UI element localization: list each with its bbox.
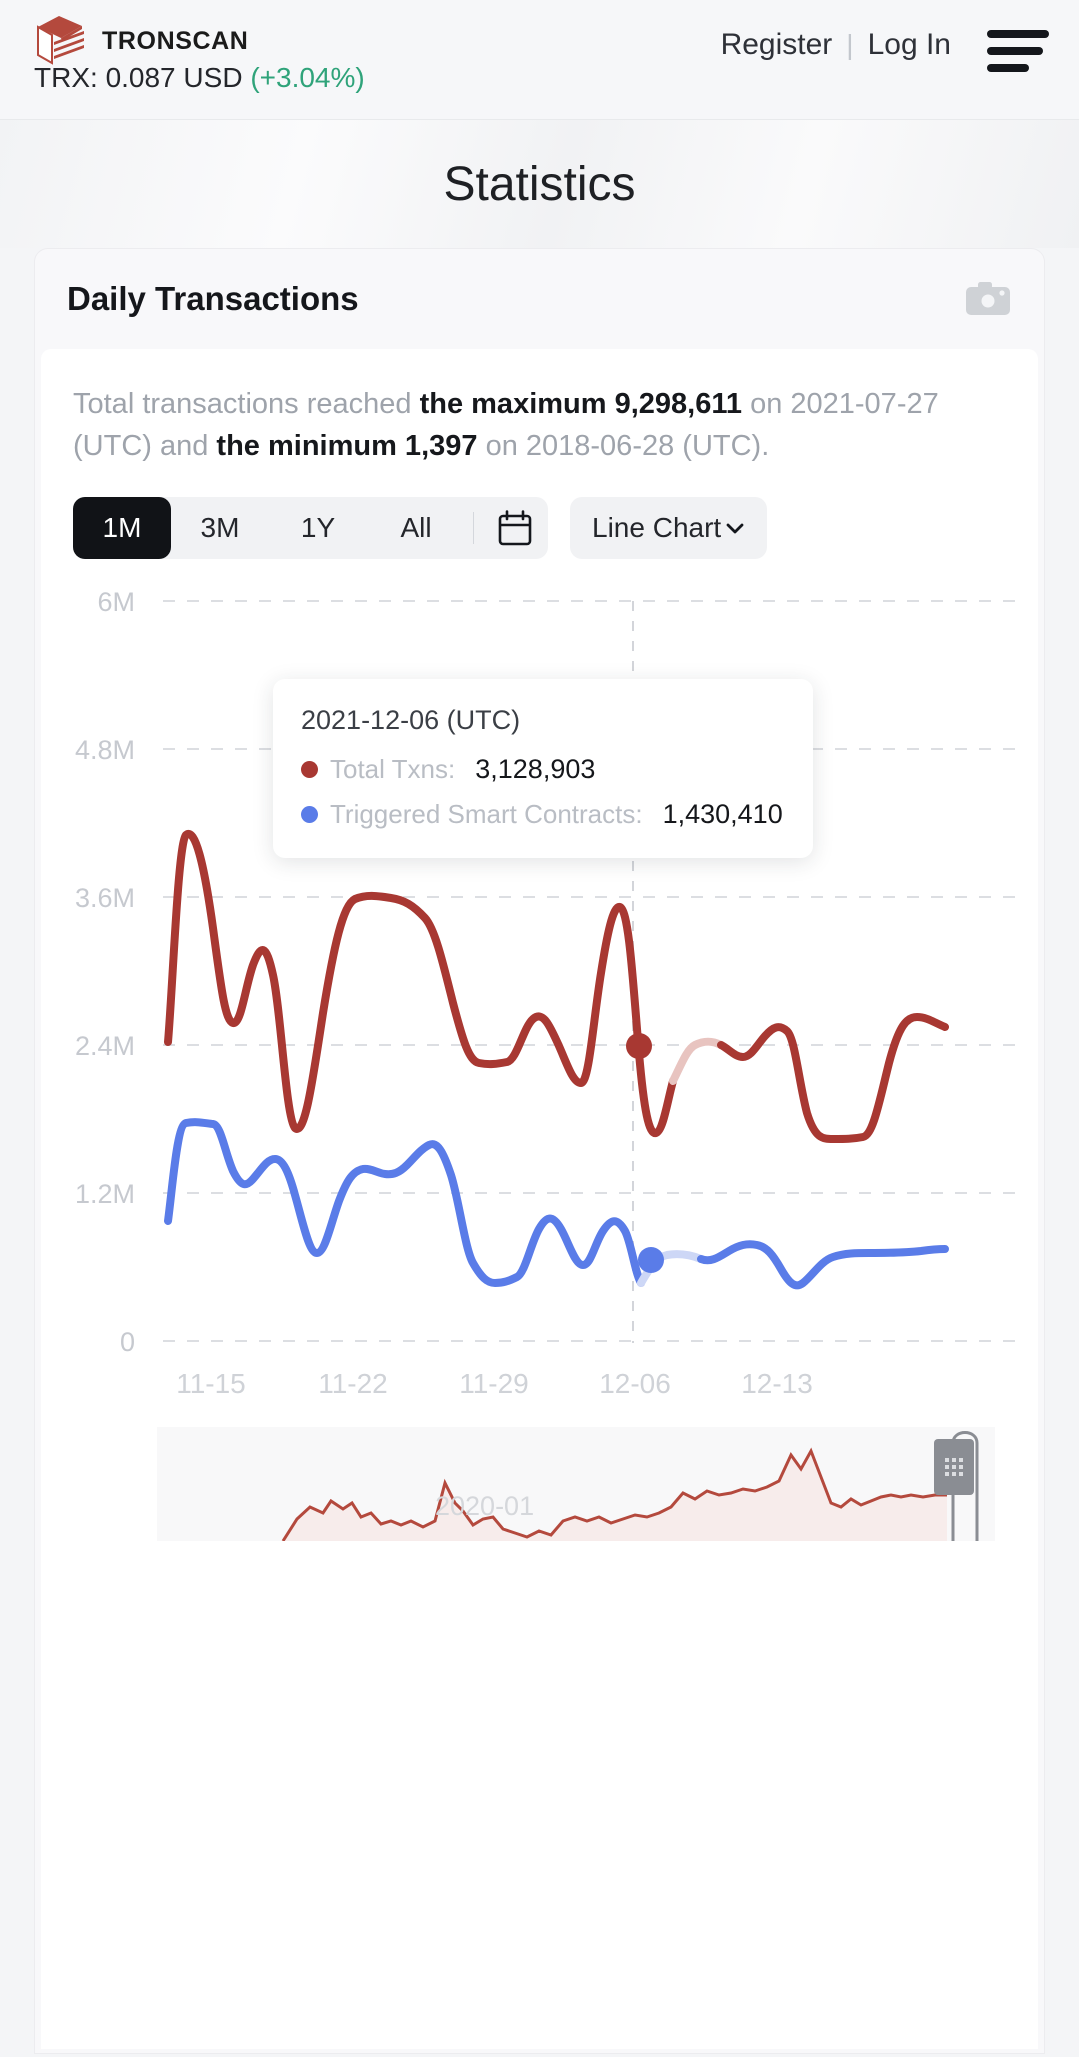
- x-axis-labels: 11-15 11-22 11-29 12-06 12-13: [176, 1368, 813, 1399]
- drag-handle-icon: [943, 1456, 965, 1478]
- summary-part-3: on 2018-06-28 (UTC).: [478, 430, 770, 462]
- svg-text:4.8M: 4.8M: [75, 735, 135, 765]
- summary-max: the maximum 9,298,611: [420, 388, 742, 420]
- top-navbar: TRONSCAN TRX: 0.087 USD (+3.04%) Registe…: [0, 0, 1079, 120]
- svg-text:12-13: 12-13: [741, 1368, 813, 1399]
- tooltip-label-total-txns: Total Txns:: [330, 754, 455, 785]
- chart-panel: Total transactions reached the maximum 9…: [41, 349, 1038, 2049]
- price-value: 0.087: [106, 62, 176, 93]
- auth-separator: |: [846, 29, 853, 61]
- tooltip-date: 2021-12-06 (UTC): [301, 705, 785, 736]
- brand-block[interactable]: TRONSCAN: [32, 14, 248, 68]
- tronscan-logo-icon: [32, 14, 88, 68]
- tooltip-value-smart-contracts: 1,430,410: [663, 799, 783, 830]
- range-selector: 1M 3M 1Y All: [73, 497, 548, 559]
- tooltip-dot-total-txns: [301, 761, 318, 778]
- chart-range-brush[interactable]: 2020-01: [105, 1421, 974, 1541]
- svg-text:0: 0: [120, 1327, 135, 1357]
- tooltip-row: Triggered Smart Contracts: 1,430,410: [301, 799, 785, 830]
- auth-links: Register | Log In: [721, 28, 951, 62]
- price-change: (+3.04%): [250, 62, 364, 93]
- series-line-total-txns-recent: [673, 1042, 721, 1081]
- calendar-icon: [498, 510, 532, 546]
- login-link[interactable]: Log In: [868, 28, 951, 62]
- chevron-down-icon: [725, 521, 745, 535]
- svg-text:11-22: 11-22: [318, 1368, 388, 1399]
- range-button-3m[interactable]: 3M: [171, 497, 269, 559]
- line-chart[interactable]: 6M 4.8M 3.6M 2.4M 1.2M 0: [73, 583, 1006, 1413]
- series-line-smart-contracts: [168, 1122, 641, 1283]
- hamburger-bar: [987, 30, 1049, 38]
- chart-tooltip: 2021-12-06 (UTC) Total Txns: 3,128,903 T…: [273, 679, 813, 858]
- brush-axis-label: 2020-01: [435, 1491, 534, 1522]
- chart-type-select[interactable]: Line Chart: [570, 497, 767, 559]
- page-header: Statistics: [0, 120, 1079, 248]
- chart-controls: 1M 3M 1Y All Line Chart: [73, 497, 1006, 559]
- summary-part-1: Total transactions reached: [73, 388, 420, 420]
- daily-transactions-card: Daily Transactions Total transactions re…: [34, 248, 1045, 2054]
- hamburger-bar: [987, 64, 1029, 72]
- highlight-point-total-txns: [626, 1033, 652, 1059]
- price-prefix: TRX:: [34, 62, 98, 93]
- control-divider: [473, 512, 474, 544]
- card-title: Daily Transactions: [67, 280, 359, 318]
- range-button-1y[interactable]: 1Y: [269, 497, 367, 559]
- brand-name: TRONSCAN: [102, 27, 248, 56]
- tooltip-dot-smart-contracts: [301, 806, 318, 823]
- brush-canvas: [105, 1421, 995, 1541]
- price-unit: USD: [183, 62, 242, 93]
- svg-text:11-29: 11-29: [459, 1368, 529, 1399]
- hamburger-menu-icon[interactable]: [987, 30, 1049, 76]
- y-axis-labels: 6M 4.8M 3.6M 2.4M 1.2M 0: [75, 587, 135, 1357]
- series-line-total-txns-future: [721, 1017, 945, 1139]
- svg-text:2.4M: 2.4M: [75, 1031, 135, 1061]
- range-button-1m[interactable]: 1M: [73, 497, 171, 559]
- svg-text:12-06: 12-06: [599, 1368, 671, 1399]
- svg-text:6M: 6M: [97, 587, 135, 617]
- range-button-all[interactable]: All: [367, 497, 465, 559]
- series-line-smart-contracts-future: [701, 1244, 945, 1285]
- card-header: Daily Transactions: [35, 249, 1044, 349]
- tooltip-value-total-txns: 3,128,903: [475, 754, 595, 785]
- svg-text:11-15: 11-15: [176, 1368, 246, 1399]
- summary-min: the minimum 1,397: [216, 430, 477, 462]
- brush-drag-handle[interactable]: [934, 1439, 974, 1495]
- highlight-point-smart-contracts: [638, 1247, 664, 1273]
- summary-text: Total transactions reached the maximum 9…: [73, 383, 1006, 467]
- trx-price-ticker: TRX: 0.087 USD (+3.04%): [34, 62, 365, 94]
- page-title: Statistics: [443, 157, 635, 212]
- tooltip-row: Total Txns: 3,128,903: [301, 754, 785, 785]
- svg-text:1.2M: 1.2M: [75, 1179, 135, 1209]
- chart-type-label: Line Chart: [592, 512, 721, 544]
- camera-icon[interactable]: [964, 279, 1012, 319]
- hamburger-bar: [987, 47, 1043, 55]
- tooltip-label-smart-contracts: Triggered Smart Contracts:: [330, 799, 643, 830]
- series-line-total-txns: [168, 834, 673, 1133]
- svg-text:3.6M: 3.6M: [75, 883, 135, 913]
- register-link[interactable]: Register: [721, 28, 833, 62]
- date-picker-button[interactable]: [482, 497, 548, 559]
